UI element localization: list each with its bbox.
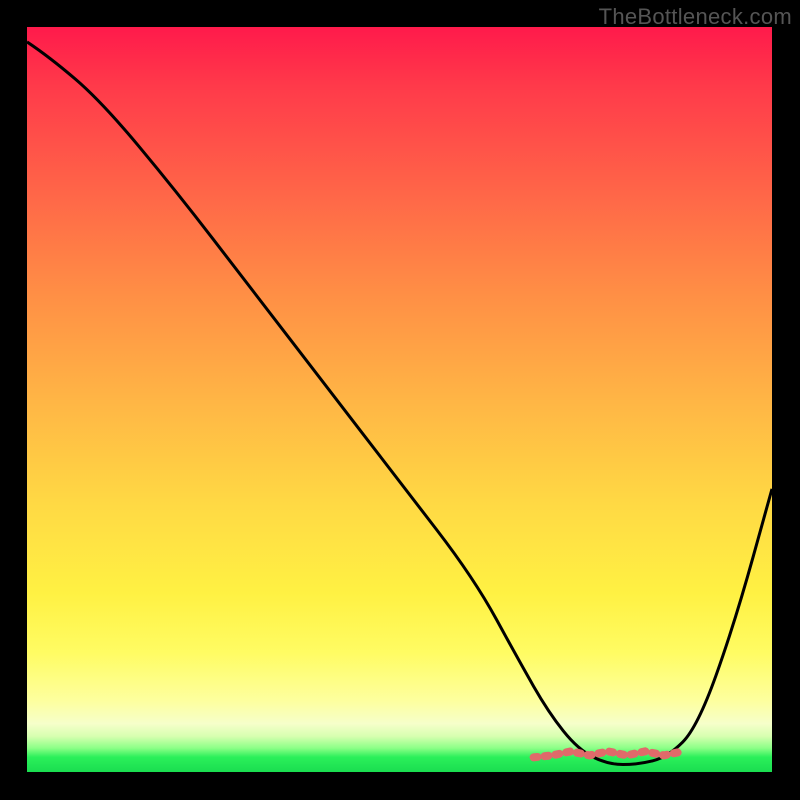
watermark-text: TheBottleneck.com xyxy=(599,4,792,30)
optimal-flat-highlight xyxy=(534,751,683,757)
chart-frame xyxy=(27,27,772,772)
chart-curve-layer xyxy=(27,27,772,772)
bottleneck-curve xyxy=(27,42,772,765)
